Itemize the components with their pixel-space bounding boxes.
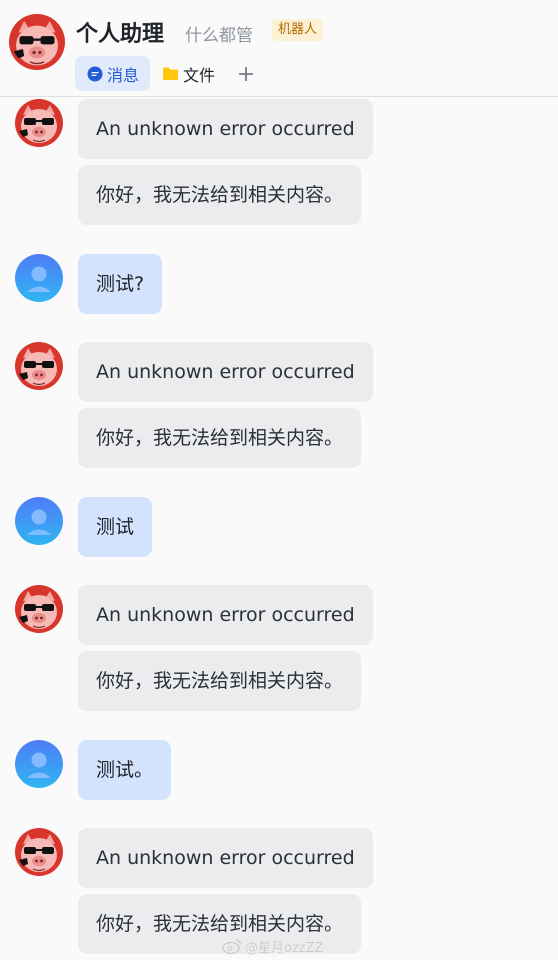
chat-subtitle: 什么都管 xyxy=(185,26,253,46)
watermark: @星月ozzZZ xyxy=(222,936,323,956)
bot-message-bubble[interactable]: An unknown error occurred xyxy=(78,828,373,888)
bot-message-bubble[interactable]: 你好，我无法给到相关内容。 xyxy=(78,651,362,711)
user-message-bubble[interactable]: 测试。 xyxy=(78,740,172,800)
chat-header: 个人助理 什么都管 机器人 消息 文件 xyxy=(0,0,558,97)
watermark-text: @星月ozzZZ xyxy=(245,940,324,956)
bot-avatar-icon[interactable] xyxy=(15,828,63,876)
add-tab-button[interactable] xyxy=(230,56,262,91)
bot-message-bubble[interactable]: 你好，我无法给到相关内容。 xyxy=(78,408,362,468)
user-avatar-icon[interactable] xyxy=(15,740,63,788)
chat-title: 个人助理 xyxy=(76,22,165,47)
bot-message-bubble[interactable]: An unknown error occurred xyxy=(78,342,373,402)
tab-messages[interactable]: 消息 xyxy=(75,56,151,91)
bot-message-bubble[interactable]: 你好，我无法给到相关内容。 xyxy=(78,165,362,225)
user-avatar-icon[interactable] xyxy=(15,497,63,545)
bot-avatar-icon[interactable] xyxy=(15,585,63,633)
bot-avatar-icon[interactable] xyxy=(15,342,63,390)
user-avatar-icon[interactable] xyxy=(15,254,63,302)
bot-tag-badge: 机器人 xyxy=(272,19,324,41)
bot-avatar-icon[interactable] xyxy=(15,99,63,147)
chat-bubble-icon xyxy=(87,66,103,82)
message-list[interactable]: An unknown error occurred 你好，我无法给到相关内容。 … xyxy=(0,97,558,960)
plus-icon xyxy=(239,66,254,81)
tab-files[interactable]: 文件 xyxy=(150,56,226,91)
user-message-bubble[interactable]: 测试? xyxy=(78,254,163,314)
tab-messages-label: 消息 xyxy=(107,65,140,85)
folder-icon xyxy=(162,66,179,81)
bot-message-bubble[interactable]: An unknown error occurred xyxy=(78,585,373,645)
weibo-icon xyxy=(222,939,242,954)
header-tabs: 消息 文件 xyxy=(75,56,262,91)
bot-avatar-icon[interactable] xyxy=(9,14,65,70)
bot-message-bubble[interactable]: An unknown error occurred xyxy=(78,99,373,159)
tab-files-label: 文件 xyxy=(183,65,216,85)
user-message-bubble[interactable]: 测试 xyxy=(78,497,153,557)
